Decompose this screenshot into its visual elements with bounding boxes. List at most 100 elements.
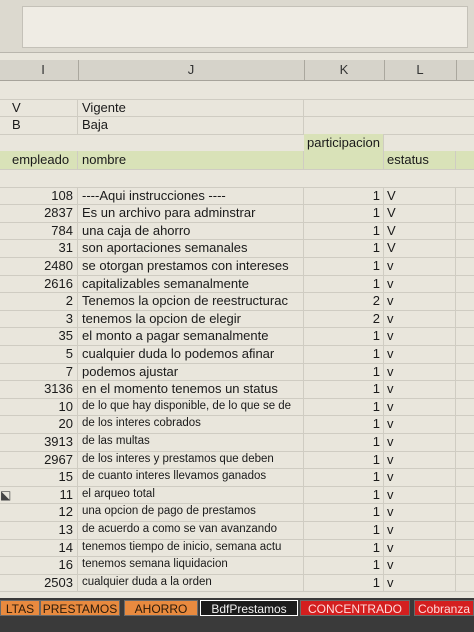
tab-bdfprestamos[interactable]: BdfPrestamos <box>200 600 298 616</box>
column-header-k[interactable]: K <box>304 60 385 80</box>
nombre-cell[interactable]: se otorgan prestamos con intereses <box>78 257 304 275</box>
empleado-cell[interactable]: 2616 <box>8 274 78 293</box>
participacion-cell[interactable]: 1 <box>304 221 384 240</box>
estatus-cell[interactable]: V <box>384 221 456 240</box>
participacion-cell[interactable]: 1 <box>304 450 384 469</box>
empleado-cell[interactable]: 20 <box>8 415 78 433</box>
empleado-cell[interactable]: 2 <box>8 292 78 310</box>
empleado-cell[interactable]: 2967 <box>8 450 78 469</box>
estatus-cell[interactable]: v <box>384 468 456 486</box>
estatus-cell[interactable]: V <box>384 204 456 222</box>
estatus-cell[interactable]: v <box>384 309 456 328</box>
estatus-cell[interactable]: V <box>384 239 456 257</box>
nombre-cell[interactable]: son aportaciones semanales <box>78 239 304 257</box>
participacion-cell[interactable]: 2 <box>304 292 384 310</box>
participacion-cell[interactable]: 2 <box>304 309 384 328</box>
nombre-cell[interactable]: tenemos semana liquidacion <box>78 556 304 574</box>
estatus-cell[interactable]: v <box>384 362 456 381</box>
estatus-cell[interactable]: v <box>384 433 456 451</box>
participacion-cell[interactable]: 1 <box>304 380 384 398</box>
column-header-i[interactable]: I <box>8 60 79 80</box>
nombre-cell[interactable]: una opcion de pago de prestamos <box>78 503 304 521</box>
nombre-cell[interactable]: ----Aqui instrucciones ---- <box>78 186 304 205</box>
estatus-cell[interactable]: v <box>384 415 456 433</box>
nombre-cell[interactable]: en el momento tenemos un status <box>78 380 304 398</box>
participacion-cell[interactable]: 1 <box>304 204 384 222</box>
empleado-cell[interactable]: 108 <box>8 186 78 205</box>
column-header-l[interactable]: L <box>384 60 457 80</box>
tab-concentrado[interactable]: CONCENTRADO <box>300 600 410 616</box>
column-header-j[interactable]: J <box>78 60 305 80</box>
empleado-cell[interactable]: 12 <box>8 503 78 521</box>
estatus-cell[interactable]: v <box>384 556 456 574</box>
participacion-cell[interactable]: 1 <box>304 239 384 257</box>
nombre-cell[interactable]: capitalizables semanalmente <box>78 274 304 293</box>
nombre-cell[interactable]: de acuerdo a como se van avanzando <box>78 521 304 539</box>
empleado-cell[interactable]: 5 <box>8 345 78 363</box>
participacion-header-cell[interactable]: participacion <box>304 133 384 152</box>
empleado-cell[interactable]: 11 <box>8 485 78 504</box>
participacion-cell[interactable]: 1 <box>304 397 384 416</box>
estatus-cell[interactable]: v <box>384 521 456 539</box>
nombre-cell[interactable]: de los interes y prestamos que deben <box>78 450 304 469</box>
estatus-cell[interactable]: V <box>384 186 456 205</box>
tab-ahorro[interactable]: AHORRO <box>124 600 198 616</box>
nombre-cell[interactable]: tenemos tiempo de inicio, semana actu <box>78 538 304 557</box>
empleado-cell[interactable]: 7 <box>8 362 78 381</box>
nombre-cell[interactable]: cualquier duda lo podemos afinar <box>78 345 304 363</box>
tab-ltas[interactable]: LTAS <box>0 600 40 616</box>
legend-code-cell[interactable]: B <box>8 116 78 134</box>
nombre-cell[interactable]: Tenemos la opcion de reestructurac <box>78 292 304 310</box>
participacion-cell[interactable]: 1 <box>304 468 384 486</box>
legend-meaning-cell[interactable]: Baja <box>78 116 304 134</box>
empleado-cell[interactable]: 3913 <box>8 433 78 451</box>
empleado-cell[interactable]: 35 <box>8 327 78 345</box>
nombre-cell[interactable]: el monto a pagar semanalmente <box>78 327 304 345</box>
empleado-cell[interactable]: 16 <box>8 556 78 574</box>
participacion-cell[interactable]: 1 <box>304 257 384 275</box>
estatus-cell[interactable]: v <box>384 292 456 310</box>
participacion-cell[interactable]: 1 <box>304 274 384 293</box>
nombre-cell[interactable]: de lo que hay disponible, de lo que se d… <box>78 397 304 416</box>
participacion-cell[interactable]: 1 <box>304 362 384 381</box>
participacion-cell[interactable]: 1 <box>304 186 384 205</box>
participacion-cell[interactable]: 1 <box>304 433 384 451</box>
empleado-header-cell[interactable]: empleado <box>8 151 78 169</box>
participacion-cell[interactable]: 1 <box>304 327 384 345</box>
estatus-cell[interactable]: v <box>384 327 456 345</box>
nombre-header-cell[interactable]: nombre <box>78 151 304 169</box>
legend-meaning-cell[interactable]: Vigente <box>78 98 304 117</box>
formula-input[interactable] <box>22 6 468 48</box>
estatus-header-cell[interactable]: estatus <box>384 151 456 169</box>
estatus-cell[interactable]: v <box>384 450 456 469</box>
nombre-cell[interactable]: de las multas <box>78 433 304 451</box>
estatus-cell[interactable]: v <box>384 380 456 398</box>
empleado-cell[interactable]: 2480 <box>8 257 78 275</box>
estatus-cell[interactable]: v <box>384 257 456 275</box>
nombre-cell[interactable]: de cuanto interes llevamos ganados <box>78 468 304 486</box>
nombre-cell[interactable]: Es un archivo para adminstrar <box>78 204 304 222</box>
participacion-cell[interactable]: 1 <box>304 521 384 539</box>
tab-prestamos[interactable]: PRESTAMOS <box>40 600 120 616</box>
empleado-cell[interactable]: 15 <box>8 468 78 486</box>
participacion-cell[interactable]: 1 <box>304 573 384 592</box>
participacion-cell[interactable]: 1 <box>304 345 384 363</box>
estatus-cell[interactable]: v <box>384 538 456 557</box>
empleado-cell[interactable]: 13 <box>8 521 78 539</box>
empleado-cell[interactable]: 3136 <box>8 380 78 398</box>
empleado-cell[interactable]: 3 <box>8 309 78 328</box>
nombre-cell[interactable]: podemos ajustar <box>78 362 304 381</box>
legend-code-cell[interactable]: V <box>8 98 78 117</box>
empleado-cell[interactable]: 14 <box>8 538 78 557</box>
nombre-cell[interactable]: de los interes cobrados <box>78 415 304 433</box>
tab-cobranza[interactable]: Cobranza <box>414 600 474 616</box>
estatus-cell[interactable]: v <box>384 274 456 293</box>
empleado-cell[interactable]: 2503 <box>8 573 78 592</box>
nombre-cell[interactable]: una caja de ahorro <box>78 221 304 240</box>
estatus-cell[interactable]: v <box>384 345 456 363</box>
estatus-cell[interactable]: v <box>384 485 456 504</box>
empleado-cell[interactable]: 10 <box>8 397 78 416</box>
estatus-cell[interactable]: v <box>384 397 456 416</box>
empleado-cell[interactable]: 31 <box>8 239 78 257</box>
empleado-cell[interactable]: 784 <box>8 221 78 240</box>
